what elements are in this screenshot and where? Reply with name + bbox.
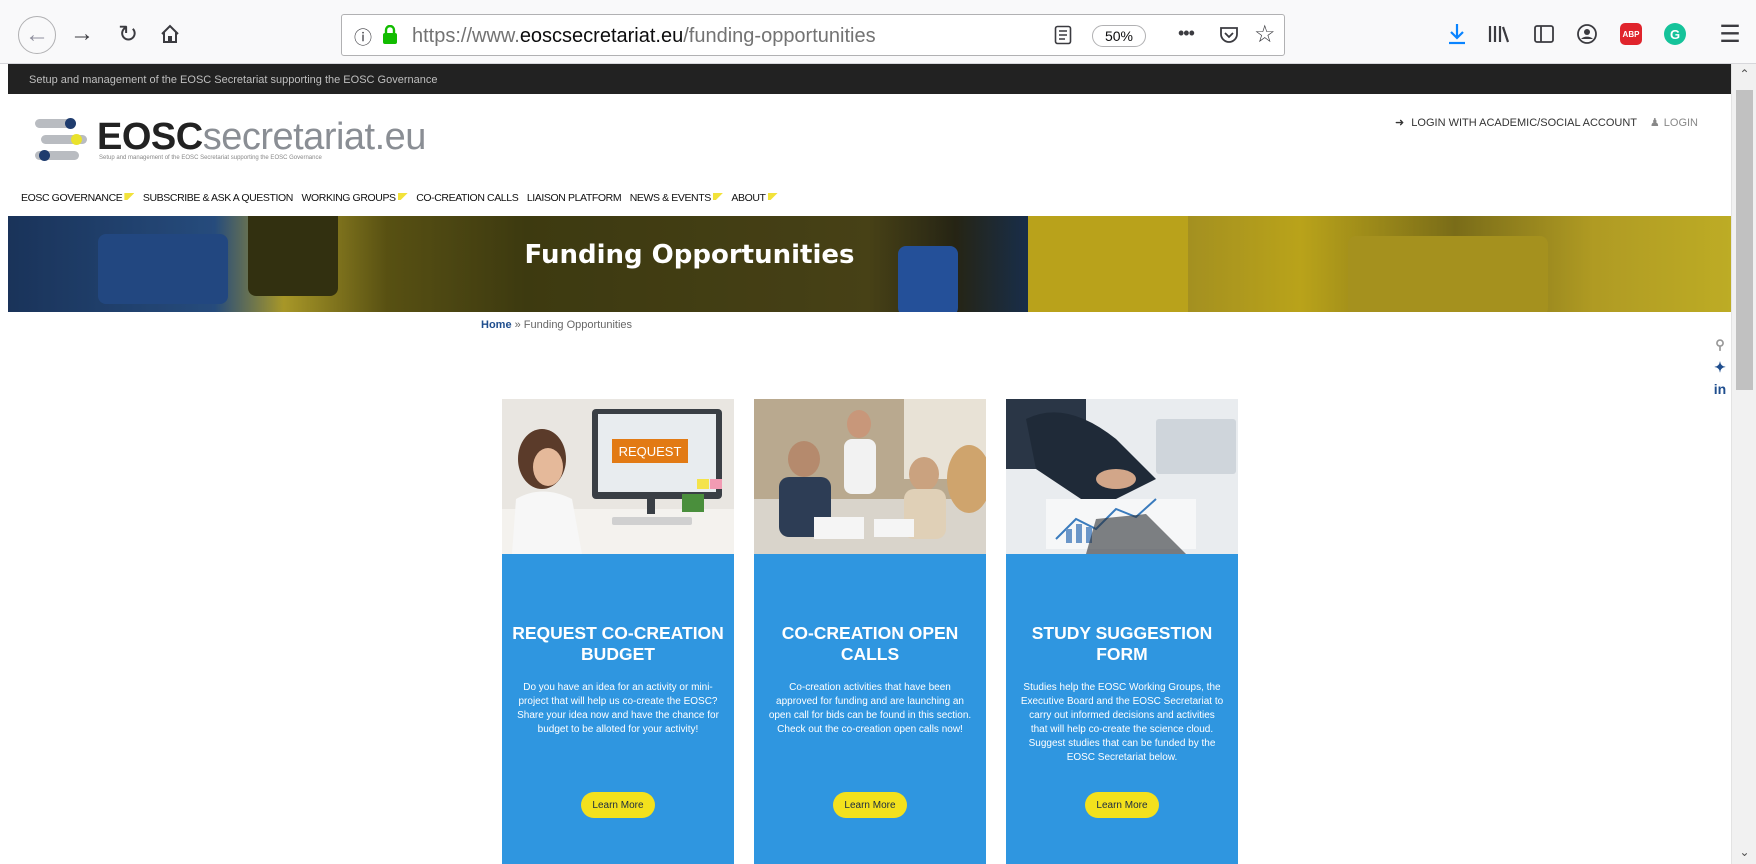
dropdown-flag-icon	[124, 193, 135, 200]
star-icon[interactable]: ☆	[1254, 20, 1276, 49]
search-icon[interactable]: ⚲	[1708, 334, 1731, 356]
hero-banner: Funding Opportunities	[8, 216, 1731, 312]
nav-liaison-platform[interactable]: LIAISON PLATFORM	[527, 192, 622, 204]
sidebar-icon[interactable]	[1526, 16, 1562, 52]
user-icon: ♟	[1649, 117, 1660, 129]
scrollbar[interactable]: ⌃ ⌄	[1731, 64, 1756, 864]
card-image	[754, 399, 986, 554]
arrow-right-icon: →	[70, 20, 94, 47]
twitter-icon[interactable]: ✦	[1708, 356, 1731, 378]
page-title: Funding Opportunities	[524, 240, 855, 270]
card-request-budget: REQUEST REQUEST CO-CREATION BUDGET Do yo…	[502, 399, 734, 864]
scroll-thumb[interactable]	[1736, 90, 1753, 390]
grammarly-icon[interactable]: G	[1657, 16, 1693, 52]
lock-icon	[383, 25, 397, 44]
more-icon[interactable]: •••	[1178, 23, 1195, 44]
site-logo[interactable]: EOSCsecretariat.eu Setup and management …	[33, 114, 426, 174]
scroll-down-icon[interactable]: ⌄	[1732, 842, 1756, 862]
browser-toolbar: ← → ↻ ⓘ https://www.eoscsecretariat.eu/f…	[0, 0, 1756, 64]
logo-tagline: Setup and management of the EOSC Secreta…	[99, 155, 322, 161]
dropdown-flag-icon	[767, 193, 778, 200]
card-description: Co-creation activities that have been ap…	[768, 682, 972, 735]
pocket-icon[interactable]	[1218, 24, 1240, 46]
breadcrumb-home-link[interactable]: Home	[481, 319, 512, 331]
card-title: CO-CREATION OPEN CALLS	[781, 623, 959, 664]
social-sidebar: ⚲ ✦ in	[1708, 334, 1731, 400]
learn-more-button[interactable]: Learn More	[1085, 792, 1159, 818]
card-title: STUDY SUGGESTION FORM	[1031, 623, 1213, 664]
reload-button[interactable]: ↻	[110, 16, 146, 52]
card-image: REQUEST	[502, 399, 734, 554]
scroll-up-icon[interactable]: ⌃	[1732, 64, 1756, 84]
nav-news-events[interactable]: NEWS & EVENTS	[630, 192, 723, 204]
web-page: Setup and management of the EOSC Secreta…	[8, 64, 1731, 864]
breadcrumb: Home » Funding Opportunities	[481, 319, 633, 331]
arrow-left-icon: ←	[25, 21, 49, 48]
account-icon[interactable]	[1569, 16, 1605, 52]
card-open-calls: CO-CREATION OPEN CALLS Co-creation activ…	[754, 399, 986, 864]
login-academic-link[interactable]: LOGIN WITH ACADEMIC/SOCIAL ACCOUNT	[1411, 117, 1637, 129]
linkedin-icon[interactable]: in	[1708, 378, 1731, 400]
nav-subscribe[interactable]: SUBSCRIBE & ASK A QUESTION	[143, 192, 293, 204]
card-description: Do you have an idea for an activity or m…	[517, 682, 719, 735]
nav-eosc-governance[interactable]: EOSC GOVERNANCE	[21, 192, 135, 204]
dropdown-flag-icon	[397, 193, 408, 200]
sign-in-icon: ➜	[1395, 117, 1405, 129]
back-button[interactable]: ←	[18, 16, 56, 54]
main-nav: EOSC GOVERNANCE SUBSCRIBE & ASK A QUESTI…	[21, 192, 784, 204]
card-description: Studies help the EOSC Working Groups, th…	[1020, 682, 1224, 763]
reload-icon: ↻	[117, 20, 139, 48]
url-bar[interactable]: ⓘ https://www.eoscsecretariat.eu/funding…	[341, 14, 1285, 56]
learn-more-button[interactable]: Learn More	[581, 792, 655, 818]
home-icon	[161, 24, 179, 43]
reader-view-icon[interactable]	[1054, 25, 1072, 45]
nav-working-groups[interactable]: WORKING GROUPS	[302, 192, 408, 204]
site-tagline: Setup and management of the EOSC Secreta…	[8, 64, 1731, 94]
menu-icon[interactable]: ☰	[1712, 16, 1748, 52]
breadcrumb-current: Funding Opportunities	[523, 319, 633, 331]
card-title: REQUEST CO-CREATION BUDGET	[512, 623, 724, 664]
card-study-suggestion: STUDY SUGGESTION FORM Studies help the E…	[1006, 399, 1238, 864]
dropdown-flag-icon	[712, 193, 723, 200]
download-icon[interactable]	[1439, 16, 1475, 52]
login-link[interactable]: LOGIN	[1664, 117, 1698, 129]
info-icon[interactable]: ⓘ	[354, 24, 372, 50]
logo-mark	[33, 114, 88, 164]
url-text[interactable]: https://www.eoscsecretariat.eu/funding-o…	[412, 25, 876, 48]
forward-button[interactable]: →	[64, 16, 100, 52]
home-button[interactable]	[152, 16, 188, 52]
logo-wordmark: EOSCsecretariat.eu	[97, 116, 426, 158]
nav-co-creation-calls[interactable]: CO-CREATION CALLS	[416, 192, 519, 204]
adblock-icon[interactable]: ABP	[1613, 16, 1649, 52]
library-icon[interactable]	[1481, 16, 1517, 52]
nav-about[interactable]: ABOUT	[731, 192, 778, 204]
card-image	[1006, 399, 1238, 554]
request-image-text: REQUEST	[619, 444, 682, 459]
login-area: ➜ LOGIN WITH ACADEMIC/SOCIAL ACCOUNT ♟ LO…	[1391, 116, 1698, 129]
zoom-indicator[interactable]: 50%	[1092, 25, 1146, 47]
learn-more-button[interactable]: Learn More	[833, 792, 907, 818]
